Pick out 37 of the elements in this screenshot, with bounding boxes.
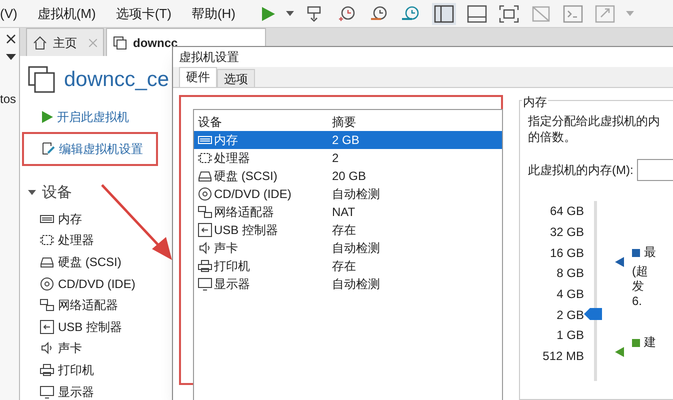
table-cell-text: 2 GB	[332, 132, 360, 149]
scale-label: 1 GB	[556, 327, 584, 344]
legend-label: 建	[644, 335, 656, 350]
table-cell-text: USB 控制器	[214, 222, 278, 239]
scale-label: 512 MB	[542, 348, 584, 366]
scale-label: 16 GB	[550, 244, 584, 262]
table-cell-text: 2	[332, 150, 339, 167]
scale-label: 64 GB	[550, 203, 584, 220]
table-cell-text: 处理器	[214, 150, 250, 167]
table-cell-text: 自动检测	[332, 276, 380, 293]
table-cell-text: 自动检测	[332, 240, 380, 257]
table-cell-text: 打印机	[214, 258, 250, 275]
scale-label: 4 GB	[556, 286, 584, 304]
table-cell-text: 存在	[332, 222, 356, 239]
description-text: 指定分配给此虚拟机的内	[528, 113, 661, 129]
table-cell-text: 网络适配器	[214, 204, 274, 221]
field-label: 此虚拟机的内存(M):	[528, 162, 634, 179]
table-cell-text: 声卡	[214, 240, 238, 257]
legend-label: 最	[644, 245, 656, 260]
table-cell-text: 硬盘 (SCSI)	[214, 168, 278, 185]
section-title: 设备	[42, 182, 72, 202]
table-cell-text: CD/DVD (IDE)	[214, 186, 292, 203]
legend-note: (超	[632, 264, 649, 279]
scale-label: 32 GB	[550, 224, 584, 242]
legend-note: 发	[632, 279, 645, 294]
table-cell-text: NAT	[332, 204, 356, 221]
table-cell-text: 20 GB	[332, 168, 366, 185]
table-cell-text: 自动检测	[332, 186, 380, 203]
dialog-title: 虚拟机设置	[173, 47, 673, 67]
table-cell-text: 存在	[332, 258, 356, 275]
description-text: 的倍数。	[528, 129, 577, 145]
legend-note: 6.	[632, 294, 644, 309]
table-cell-text: 显示器	[214, 276, 250, 293]
vm-title: downcc_ce	[64, 67, 170, 93]
scale-label: 2 GB	[556, 306, 584, 324]
table-cell-text: 内存	[214, 132, 238, 149]
scale-label: 8 GB	[556, 265, 584, 282]
